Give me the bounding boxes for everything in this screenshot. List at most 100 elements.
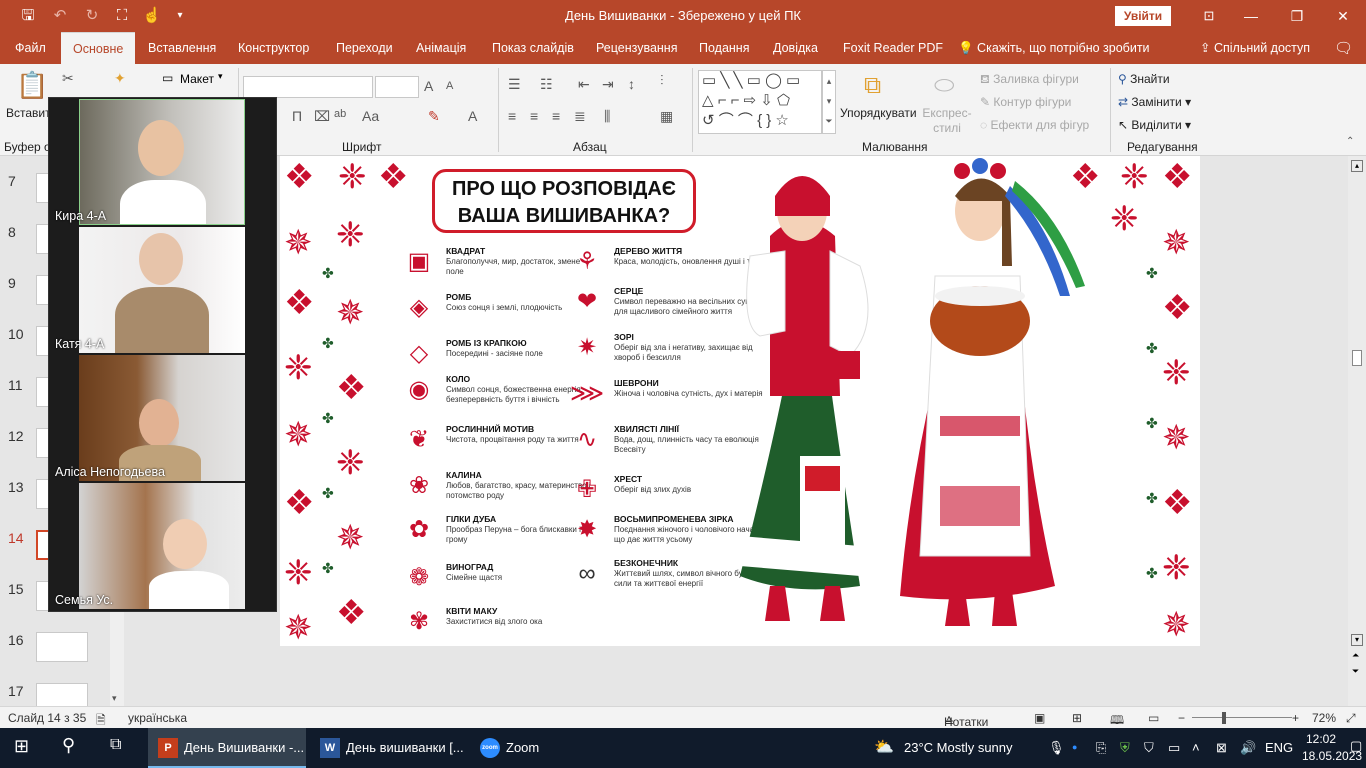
customize-toolbar-icon[interactable]: ▾ bbox=[170, 6, 190, 26]
replace-button[interactable]: ⇄ Замінити ▾ bbox=[1118, 95, 1191, 109]
usb-icon[interactable]: ⎘ bbox=[1096, 740, 1106, 756]
shape-effects-button[interactable]: ◌ Ефекти для фігур bbox=[980, 118, 1089, 132]
arrange-button[interactable]: Упорядкувати bbox=[840, 106, 917, 120]
close-button[interactable]: ✕ bbox=[1320, 0, 1366, 32]
tab-insert[interactable]: Вставлення bbox=[148, 32, 216, 64]
tell-me-box[interactable]: 💡 Скажіть, що потрібно зробити bbox=[958, 32, 1150, 64]
clear-format-icon[interactable]: ⌧ bbox=[314, 108, 330, 125]
tab-view[interactable]: Подання bbox=[699, 32, 749, 64]
video-tile[interactable] bbox=[79, 227, 245, 353]
collapse-ribbon-icon[interactable]: ⌃ bbox=[1346, 136, 1354, 147]
taskbar-app-zoom[interactable]: zoom Zoom bbox=[470, 728, 550, 768]
redo-icon[interactable]: ↻ bbox=[82, 6, 102, 26]
layout-button[interactable]: ▭ Макет ▾ bbox=[160, 69, 234, 89]
notifications-icon[interactable]: ▢ bbox=[1350, 738, 1362, 754]
justify-icon[interactable]: ≣ bbox=[574, 108, 586, 125]
increase-indent-icon[interactable]: ⇥ bbox=[602, 76, 614, 93]
change-case-icon[interactable]: Aa bbox=[362, 108, 379, 124]
bullets-icon[interactable]: ☰ bbox=[508, 76, 521, 93]
taskbar-app-word[interactable]: W День вишиванки [... bbox=[310, 728, 466, 768]
select-button[interactable]: ↖ Виділити ▾ bbox=[1118, 118, 1191, 132]
zoom-level[interactable]: 72% bbox=[1312, 711, 1336, 725]
weather-icon[interactable]: ⛅ bbox=[874, 737, 894, 757]
display-icon[interactable]: ▭ bbox=[1168, 740, 1180, 756]
tab-animations[interactable]: Анімація bbox=[416, 32, 466, 64]
scroll-thumb[interactable] bbox=[1352, 350, 1362, 366]
paste-icon[interactable]: 📋 bbox=[16, 70, 48, 102]
zoom-slider[interactable] bbox=[1192, 717, 1292, 718]
ribbon-display-icon[interactable]: ⊡ bbox=[1186, 0, 1232, 32]
line-spacing-icon[interactable]: ↕ bbox=[628, 76, 635, 92]
font-name-field[interactable] bbox=[243, 76, 373, 98]
language-indicator[interactable]: українська bbox=[128, 711, 187, 725]
microphone-icon[interactable]: 🎙 bbox=[1048, 740, 1065, 756]
shape-fill-button[interactable]: ⛾ Заливка фігури bbox=[980, 72, 1079, 88]
slideshow-view-icon[interactable]: ▭ bbox=[1148, 711, 1159, 725]
quick-styles-button[interactable]: Експрес-стилі bbox=[922, 106, 972, 136]
save-icon[interactable]: 🖫 bbox=[18, 6, 38, 26]
volume-icon[interactable]: 🔊 bbox=[1240, 740, 1256, 756]
slide-sorter-icon[interactable]: ⊞ bbox=[1072, 711, 1082, 725]
align-left-icon[interactable]: ≡ bbox=[508, 108, 516, 124]
next-slide-icon[interactable]: ⏷ bbox=[1352, 666, 1359, 677]
slide-canvas[interactable]: ❖ ❈ ❖ ❈ ✵ ❖ ✵ ❈ ❖ ✵ ❈ ❖ ✵ ❈ ❖ ✵ ✤ ✤ ✤ ✤ … bbox=[280, 156, 1200, 646]
comments-icon[interactable]: 🗨 bbox=[1334, 32, 1353, 64]
quick-styles-icon[interactable]: ⬭ bbox=[934, 72, 955, 100]
tab-file[interactable]: Файл bbox=[15, 32, 46, 64]
shield-icon[interactable]: ⛉ bbox=[1144, 740, 1154, 756]
minimize-button[interactable]: — bbox=[1228, 0, 1274, 32]
tab-home[interactable]: Основне bbox=[61, 32, 136, 64]
scroll-up-icon[interactable]: ▴ bbox=[1351, 160, 1363, 172]
fit-to-window-icon[interactable]: ⤢ bbox=[1346, 711, 1356, 726]
scroll-down-icon[interactable]: ▾ bbox=[1351, 634, 1363, 646]
video-tile[interactable] bbox=[79, 483, 245, 609]
task-view-icon[interactable]: ⧉ bbox=[110, 736, 121, 754]
slide-thumbnail[interactable] bbox=[36, 632, 88, 662]
shapes-gallery-scroll[interactable]: ▴ ▾ ⏷ bbox=[822, 70, 836, 134]
keyboard-language[interactable]: ENG bbox=[1265, 740, 1293, 755]
tab-slideshow[interactable]: Показ слайдів bbox=[492, 32, 574, 64]
touch-mode-icon[interactable]: ☝ bbox=[142, 6, 162, 26]
scroll-down-icon[interactable]: ▾ bbox=[112, 693, 117, 704]
increase-font-icon[interactable]: A bbox=[424, 78, 433, 94]
decrease-indent-icon[interactable]: ⇤ bbox=[578, 76, 590, 93]
zoom-video-panel[interactable]: Кира 4-А Катя 4-А Аліса Непогодьева Семь… bbox=[48, 97, 277, 612]
search-icon[interactable]: ⚲ bbox=[62, 735, 75, 756]
decrease-font-icon[interactable]: A bbox=[446, 80, 453, 92]
windows-start-icon[interactable]: ⊞ bbox=[14, 736, 29, 757]
font-color-icon[interactable]: A bbox=[468, 108, 477, 124]
chevron-up-icon[interactable]: ˄ bbox=[1192, 740, 1200, 755]
video-tile[interactable] bbox=[79, 99, 245, 225]
arrange-icon[interactable]: ⧉ bbox=[864, 72, 881, 100]
smartart-icon[interactable]: ▦ bbox=[660, 108, 673, 125]
weather-text[interactable]: 23°C Mostly sunny bbox=[904, 740, 1013, 755]
numbering-icon[interactable]: ☷ bbox=[540, 76, 553, 93]
shape-outline-button[interactable]: ✎ Контур фігури bbox=[980, 95, 1071, 109]
text-direction-icon[interactable]: ⫶ bbox=[660, 72, 664, 89]
tab-design[interactable]: Конструктор bbox=[238, 32, 309, 64]
cut-icon[interactable]: ✂ bbox=[62, 70, 74, 87]
video-tile[interactable] bbox=[79, 355, 245, 481]
restore-button[interactable]: ❐ bbox=[1274, 0, 1320, 32]
font-size-field[interactable] bbox=[375, 76, 419, 98]
new-slide-icon[interactable]: ✦ bbox=[114, 70, 126, 87]
find-button[interactable]: ⚲ Знайти bbox=[1118, 72, 1170, 86]
zoom-slider-handle[interactable] bbox=[1222, 712, 1226, 724]
normal-view-icon[interactable]: ▣ bbox=[1034, 711, 1045, 725]
security-icon[interactable]: ⛨ bbox=[1120, 740, 1130, 756]
columns-icon[interactable]: ⫼ bbox=[604, 108, 610, 125]
undo-icon[interactable]: ↶ bbox=[50, 6, 70, 26]
slideshow-icon[interactable]: ⛶ bbox=[112, 6, 132, 26]
sign-in-button[interactable]: Увійти bbox=[1115, 6, 1171, 26]
clock-time[interactable]: 12:02 bbox=[1306, 732, 1336, 746]
align-center-icon[interactable]: ≡ bbox=[530, 108, 538, 124]
tab-help[interactable]: Довідка bbox=[773, 32, 818, 64]
zoom-out-icon[interactable]: − bbox=[1178, 711, 1185, 725]
network-icon[interactable]: ⊠ bbox=[1216, 740, 1227, 756]
tab-transitions[interactable]: Переходи bbox=[336, 32, 393, 64]
zoom-in-icon[interactable]: + bbox=[1292, 711, 1299, 725]
zoom-tray-icon[interactable]: ● bbox=[1072, 742, 1077, 752]
char-spacing-icon[interactable]: ab bbox=[334, 108, 346, 120]
highlight-icon[interactable]: ✎ bbox=[428, 108, 440, 125]
shapes-gallery[interactable]: ▭ ╲ ╲ ▭ ◯ ▭ △ ⌐ ⌐ ⇨ ⇩ ⬠ ↺ ⌒ ⌒ { } ☆ bbox=[698, 70, 822, 134]
